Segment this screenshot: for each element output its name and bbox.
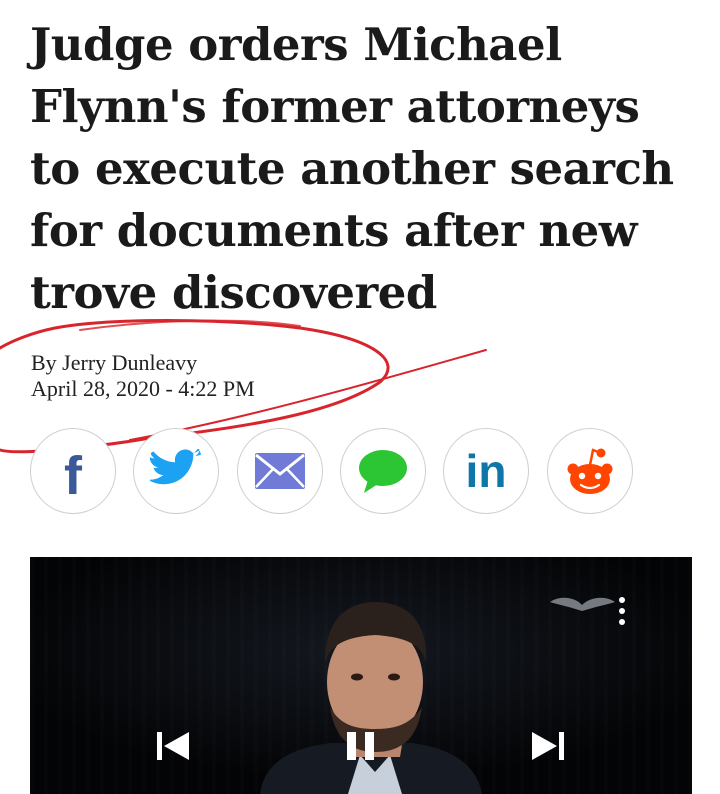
share-twitter-button[interactable] [133,428,219,514]
previous-icon[interactable] [155,730,191,762]
facebook-icon: f [64,446,82,506]
share-reddit-button[interactable] [547,428,633,514]
article-byline[interactable]: By Jerry Dunleavy [31,350,197,376]
video-player[interactable] [30,557,692,794]
chat-bubble-icon [359,450,407,493]
envelope-icon [255,453,305,489]
share-sms-button[interactable] [340,428,426,514]
more-options-icon[interactable] [618,597,626,627]
share-email-button[interactable] [237,428,323,514]
share-linkedin-button[interactable]: in [443,428,529,514]
linkedin-icon: in [465,445,507,497]
share-facebook-button[interactable]: f [30,428,116,514]
twitter-icon [150,449,202,485]
next-icon[interactable] [530,730,566,762]
article-headline: Judge orders Michael Flynn's former atto… [30,18,674,319]
article-date: April 28, 2020 - 4:22 PM [31,376,255,401]
reddit-icon [567,448,613,494]
pause-icon[interactable] [343,730,379,762]
